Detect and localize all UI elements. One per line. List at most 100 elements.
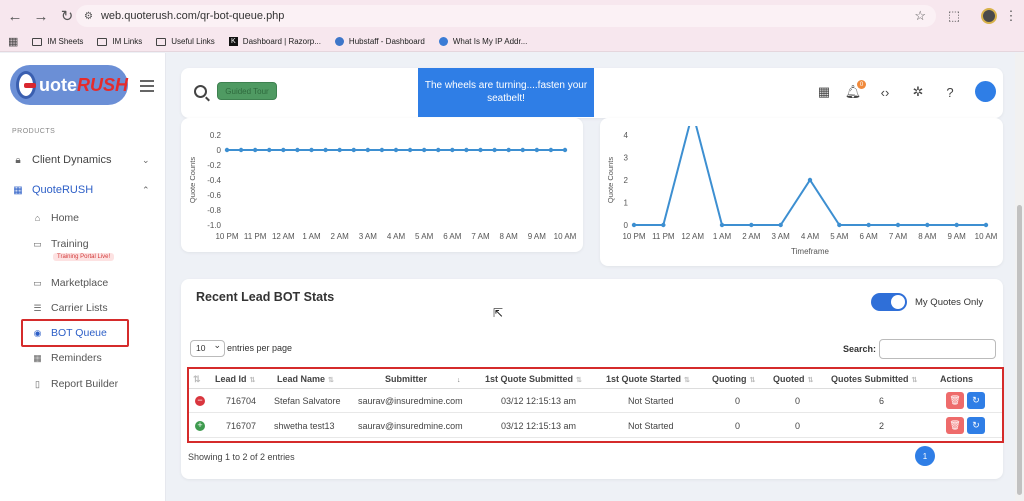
x-tick-label: 3 AM [772, 232, 791, 241]
sidebar: uoteRUSH PRODUCTS 🔒︎ Client Dynamics ⌄ ▦… [0, 53, 166, 501]
sidebar-item-quoterush[interactable]: ▦ QuoteRUSH ⌃ [12, 184, 149, 196]
data-point [954, 222, 959, 228]
apps-grid-icon[interactable]: ▦ [816, 84, 832, 100]
sidebar-item-reminders[interactable]: ▦ Reminders [32, 352, 102, 364]
mouse-cursor: ⇱ [493, 306, 504, 320]
y-tick-label: 0 [624, 221, 629, 230]
razorpay-icon: K [228, 37, 238, 46]
x-tick-label: 9 AM [528, 232, 547, 241]
x-tick-label: 4 AM [387, 232, 406, 241]
sidebar-item-training[interactable]: ▭ Training [32, 238, 89, 250]
bookmark-item[interactable]: Hubstaff - Dashboard [334, 37, 425, 46]
bookmark-star-icon[interactable]: ☆ [914, 8, 926, 24]
data-point [925, 222, 930, 228]
sidebar-item-home[interactable]: ⌂ Home [32, 212, 79, 224]
data-point [252, 147, 258, 153]
apps-grid-icon[interactable]: ▦ [8, 35, 18, 48]
data-point [807, 177, 813, 183]
x-tick-label: 6 AM [443, 232, 462, 241]
data-point [506, 147, 511, 153]
x-tick-label: 5 AM [830, 232, 849, 241]
series-line [634, 126, 986, 226]
data-point [379, 147, 385, 153]
x-tick-label: 1 AM [302, 232, 321, 241]
x-tick-label: 11 PM [652, 232, 675, 241]
data-point [464, 147, 469, 153]
code-icon[interactable]: ‹› [877, 84, 893, 100]
data-point [309, 147, 314, 153]
logo-text-b: RUSH [76, 74, 128, 95]
entries-select[interactable]: 10 [190, 338, 225, 357]
data-point [393, 147, 399, 153]
chevron-up-icon: ⌃ [142, 185, 150, 195]
x-tick-label: 4 AM [801, 232, 820, 241]
line-chart-left: 0.2 0 -0.2 -0.4 -0.6 -0.8 -1.0 10 PM 11 PM 12 AM 1… [188, 131, 577, 241]
line-chart-right: 4 3 2 1 0 10 PM 11 PM 12 AM 1 AM 2 AM 3 AM 4 AM 5 AM… [606, 126, 998, 256]
x-tick-label: 7 AM [471, 232, 490, 241]
avatar[interactable] [975, 81, 996, 102]
data-point [224, 147, 230, 153]
card-title: Recent Lead BOT Stats [196, 290, 335, 304]
gear-icon[interactable]: ✲ [910, 84, 926, 100]
data-point [436, 147, 441, 153]
chart-card-right: 4 3 2 1 0 10 PM 11 PM 12 AM 1 AM 2 AM 3 AM 4 AM 5 AM… [600, 118, 1003, 266]
bookmark-item[interactable]: Useful Links [156, 37, 215, 46]
data-point [450, 147, 455, 153]
bookmark-item[interactable]: What Is My IP Addr... [438, 37, 527, 46]
sidebar-item-label: Home [51, 212, 80, 224]
pagination-info: Showing 1 to 2 of 2 entries [188, 452, 295, 462]
hubstaff-icon [334, 37, 344, 46]
table-highlight [187, 367, 1004, 443]
guided-tour-button[interactable]: Guided Tour [217, 82, 277, 100]
site-info-icon[interactable]: ⚙ [84, 11, 93, 22]
sidebar-item-label: Training [51, 238, 89, 250]
bookmark-item[interactable]: IM Links [97, 37, 142, 46]
y-tick-label: 3 [624, 154, 629, 163]
bookmark-item[interactable]: IM Sheets [32, 37, 83, 46]
folder-icon [97, 37, 108, 46]
data-point [520, 147, 525, 153]
data-point [548, 147, 554, 153]
training-badge: Training Portal Live! [53, 253, 115, 261]
data-point [351, 147, 356, 153]
x-tick-label: 10 PM [622, 232, 645, 241]
menu-kebab-icon[interactable]: ⋮ [1004, 6, 1018, 26]
forward-icon[interactable]: → [30, 5, 52, 27]
address-bar[interactable]: ⚙ web.quoterush.com/qr-bot-queue.php ☆ [76, 5, 936, 27]
sidebar-item-label: Report Builder [51, 378, 119, 390]
data-point [534, 147, 540, 153]
x-tick-label: 3 AM [359, 232, 378, 241]
sidebar-item-report-builder[interactable]: ▯ Report Builder [32, 378, 118, 390]
reload-icon[interactable]: ↻ [56, 5, 78, 27]
scrollbar-thumb[interactable] [1017, 205, 1022, 495]
search-input[interactable] [879, 339, 996, 359]
profile-avatar[interactable] [981, 8, 997, 24]
store-icon: ▭ [33, 238, 42, 249]
y-tick-label: -0.6 [207, 191, 221, 200]
help-icon[interactable]: ? [942, 84, 958, 100]
extensions-icon[interactable]: ⬚ [944, 6, 964, 26]
page-button[interactable]: 1 [915, 446, 935, 466]
my-quotes-toggle[interactable] [871, 293, 907, 311]
sidebar-item-label: Marketplace [51, 277, 109, 289]
hamburger-menu-icon[interactable] [140, 80, 154, 95]
sidebar-item-marketplace[interactable]: ▭ Marketplace [32, 277, 108, 289]
y-tick-label: 4 [624, 131, 629, 140]
quoterush-logo[interactable]: uoteRUSH [10, 65, 128, 105]
loading-toast: The wheels are turning....fasten your se… [418, 68, 594, 117]
sidebar-item-client-dynamics[interactable]: 🔒︎ Client Dynamics ⌄ [12, 154, 149, 166]
y-axis-label: Quote Counts [188, 157, 197, 204]
x-tick-label: 10 AM [975, 232, 998, 241]
data-point [267, 147, 272, 153]
data-point [478, 147, 483, 153]
back-icon[interactable]: ← [4, 5, 26, 27]
grid-icon: ▦ [13, 184, 23, 196]
sidebar-item-carrier-lists[interactable]: ☰ Carrier Lists [32, 302, 107, 314]
search-icon[interactable] [194, 85, 207, 98]
y-tick-label: 2 [624, 176, 629, 185]
logo-text-a: uote [38, 74, 77, 95]
bookmark-item[interactable]: K Dashboard | Razorp... [228, 37, 321, 46]
bot-queue-highlight [21, 319, 129, 347]
x-tick-label: 7 AM [889, 232, 908, 241]
x-tick-label: 8 AM [500, 232, 519, 241]
